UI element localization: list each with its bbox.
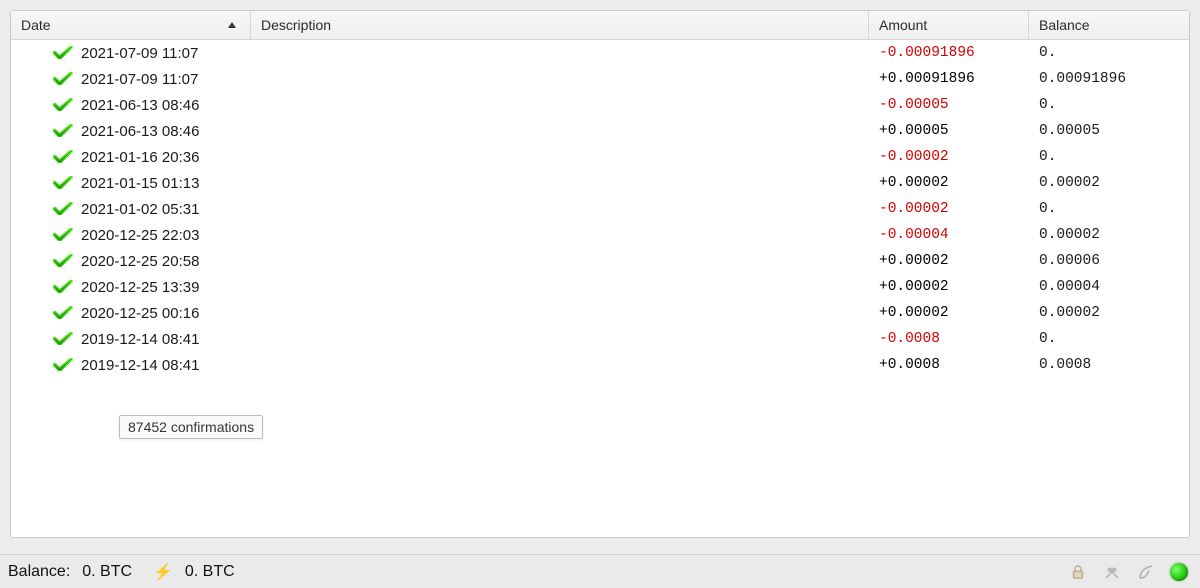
transactions-panel: Date Description Amount Balance 2021-07-… [10, 10, 1190, 538]
cell-date: 2020-12-25 13:39 [11, 279, 251, 296]
balance-value: 0. BTC [82, 563, 132, 581]
cell-balance: 0.00006 [1029, 253, 1189, 269]
date-text: 2021-07-09 11:07 [81, 71, 198, 88]
tools-icon[interactable] [1102, 562, 1122, 582]
table-row[interactable]: 2019-12-14 08:41 -0.00080. [11, 326, 1189, 352]
confirmed-check-icon [53, 72, 73, 86]
column-header-description[interactable]: Description [251, 11, 869, 39]
cell-balance: 0.00005 [1029, 123, 1189, 139]
date-text: 2021-06-13 08:46 [81, 123, 199, 140]
cell-balance: 0. [1029, 149, 1189, 165]
table-row[interactable]: 2021-06-13 08:46 -0.000050. [11, 92, 1189, 118]
lightning-icon: ⚡ [153, 562, 173, 582]
confirmed-check-icon [53, 124, 73, 138]
cell-balance: 0.00091896 [1029, 71, 1189, 87]
cell-date: 2021-01-02 05:31 [11, 201, 251, 218]
cell-balance: 0.00004 [1029, 279, 1189, 295]
cell-balance: 0. [1029, 201, 1189, 217]
cell-date: 2020-12-25 20:58 [11, 253, 251, 270]
balance-label: Balance: [8, 563, 70, 581]
date-text: 2021-06-13 08:46 [81, 97, 199, 114]
network-status-led[interactable] [1170, 563, 1188, 581]
lock-icon[interactable] [1068, 562, 1088, 582]
table-row[interactable]: 2021-01-02 05:31 -0.000020. [11, 196, 1189, 222]
confirmed-check-icon [53, 254, 73, 268]
cell-date: 2021-07-09 11:07 [11, 45, 251, 62]
seed-icon[interactable] [1136, 562, 1156, 582]
status-bar-icons [1068, 562, 1188, 582]
date-text: 2020-12-25 20:58 [81, 253, 199, 270]
table-header: Date Description Amount Balance [11, 11, 1189, 40]
date-text: 2020-12-25 00:16 [81, 305, 199, 322]
confirmed-check-icon [53, 228, 73, 242]
confirmed-check-icon [53, 98, 73, 112]
cell-date: 2020-12-25 22:03 [11, 227, 251, 244]
cell-date: 2019-12-14 08:41 [11, 331, 251, 348]
table-row[interactable]: 2021-01-16 20:36 -0.000020. [11, 144, 1189, 170]
cell-date: 2021-01-15 01:13 [11, 175, 251, 192]
table-row[interactable]: 2020-12-25 20:58 +0.000020.00006 [11, 248, 1189, 274]
table-row[interactable]: 2021-01-15 01:13 +0.000020.00002 [11, 170, 1189, 196]
date-text: 2019-12-14 08:41 [81, 331, 199, 348]
cell-amount: -0.00002 [869, 201, 1029, 217]
cell-balance: 0.00002 [1029, 227, 1189, 243]
cell-amount: +0.0008 [869, 357, 1029, 373]
table-row[interactable]: 2020-12-25 00:16 +0.000020.00002 [11, 300, 1189, 326]
date-text: 2021-07-09 11:07 [81, 45, 198, 62]
confirmed-check-icon [53, 176, 73, 190]
cell-amount: +0.00002 [869, 175, 1029, 191]
cell-amount: -0.00091896 [869, 45, 1029, 61]
confirmed-check-icon [53, 150, 73, 164]
column-header-date[interactable]: Date [11, 11, 251, 39]
confirmed-check-icon [53, 332, 73, 346]
confirmed-check-icon [53, 306, 73, 320]
cell-amount: +0.00091896 [869, 71, 1029, 87]
cell-date: 2021-01-16 20:36 [11, 149, 251, 166]
table-row[interactable]: 2021-07-09 11:07 +0.000918960.00091896 [11, 66, 1189, 92]
table-body: 2021-07-09 11:07-0.000918960. 2021-07-09… [11, 40, 1189, 378]
date-text: 2021-01-02 05:31 [81, 201, 199, 218]
confirmations-tooltip: 87452 confirmations [119, 415, 263, 439]
confirmed-check-icon [53, 280, 73, 294]
cell-date: 2020-12-25 00:16 [11, 305, 251, 322]
date-text: 2019-12-14 08:41 [81, 357, 199, 374]
table-row[interactable]: 2021-06-13 08:46 +0.000050.00005 [11, 118, 1189, 144]
cell-date: 2021-06-13 08:46 [11, 97, 251, 114]
cell-amount: -0.0008 [869, 331, 1029, 347]
cell-balance: 0.0008 [1029, 357, 1189, 373]
cell-amount: +0.00005 [869, 123, 1029, 139]
cell-balance: 0. [1029, 331, 1189, 347]
table-row[interactable]: 2020-12-25 22:03 -0.000040.00002 [11, 222, 1189, 248]
table-row[interactable]: 2020-12-25 13:39 +0.000020.00004 [11, 274, 1189, 300]
cell-date: 2021-07-09 11:07 [11, 71, 251, 88]
table-row[interactable]: 2019-12-14 08:41 +0.00080.0008 [11, 352, 1189, 378]
lightning-balance-value: 0. BTC [185, 563, 235, 581]
date-text: 2020-12-25 22:03 [81, 227, 199, 244]
date-text: 2021-01-16 20:36 [81, 149, 199, 166]
cell-balance: 0.00002 [1029, 175, 1189, 191]
cell-date: 2019-12-14 08:41 [11, 357, 251, 374]
cell-balance: 0. [1029, 97, 1189, 113]
confirmed-check-icon [53, 202, 73, 216]
status-bar: Balance: 0. BTC ⚡ 0. BTC [0, 554, 1200, 588]
date-text: 2021-01-15 01:13 [81, 175, 199, 192]
cell-amount: +0.00002 [869, 253, 1029, 269]
confirmed-check-icon [53, 46, 73, 60]
column-header-balance[interactable]: Balance [1029, 11, 1189, 39]
cell-balance: 0.00002 [1029, 305, 1189, 321]
date-text: 2020-12-25 13:39 [81, 279, 199, 296]
cell-amount: -0.00004 [869, 227, 1029, 243]
cell-amount: +0.00002 [869, 279, 1029, 295]
cell-date: 2021-06-13 08:46 [11, 123, 251, 140]
cell-amount: -0.00002 [869, 149, 1029, 165]
column-header-amount[interactable]: Amount [869, 11, 1029, 39]
confirmed-check-icon [53, 358, 73, 372]
cell-amount: +0.00002 [869, 305, 1029, 321]
cell-balance: 0. [1029, 45, 1189, 61]
cell-amount: -0.00005 [869, 97, 1029, 113]
table-row[interactable]: 2021-07-09 11:07 -0.000918960. [11, 40, 1189, 66]
